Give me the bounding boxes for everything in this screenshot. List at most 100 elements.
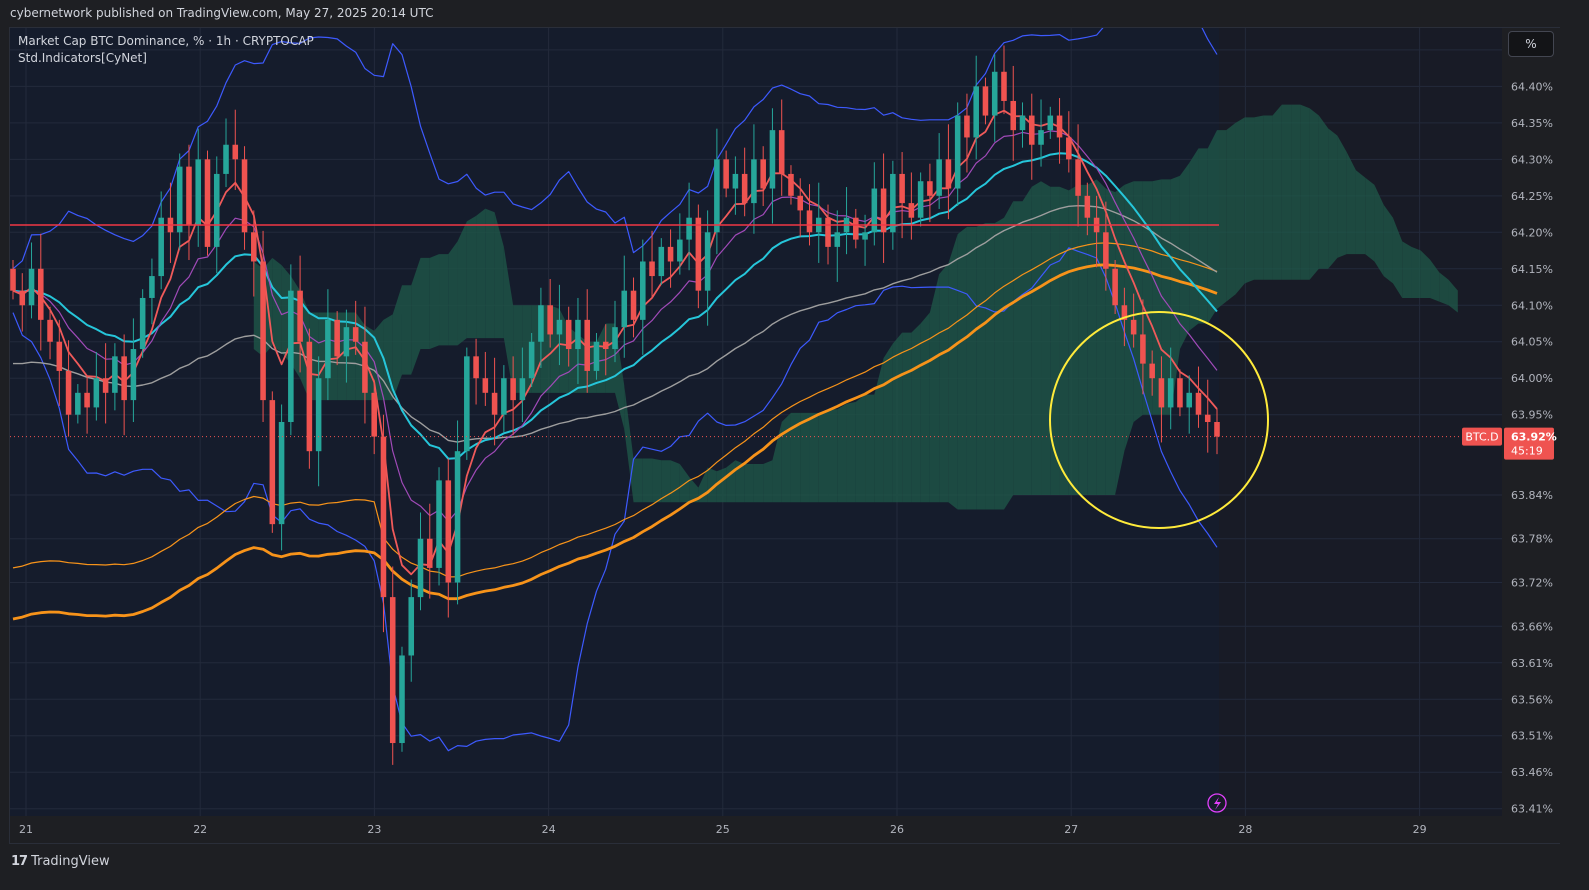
- price-tick-label: 64.10%: [1511, 299, 1553, 312]
- time-tick-label: 22: [193, 823, 207, 836]
- candle-body: [732, 173, 739, 189]
- price-tick-label: 64.35%: [1511, 117, 1553, 130]
- candle-body: [565, 319, 572, 350]
- candle-body: [538, 305, 544, 342]
- candle-body: [1186, 392, 1192, 408]
- cloud-segment: [1003, 201, 1014, 510]
- cloud-segment: [1217, 130, 1227, 309]
- candle-body: [704, 232, 711, 291]
- time-tick-label: 21: [19, 823, 33, 836]
- candle-body: [1177, 378, 1183, 408]
- price-tick-label: 63.46%: [1511, 766, 1553, 779]
- candle-body: [602, 341, 609, 350]
- tradingview-logo[interactable]: 17 TradingView: [11, 852, 110, 870]
- cloud-segment: [966, 226, 977, 510]
- cloud-segment: [781, 412, 791, 503]
- price-tick-label: 63.61%: [1511, 657, 1553, 670]
- cloud-segment: [642, 458, 653, 503]
- cloud-segment: [883, 343, 893, 503]
- cloud-segment: [939, 263, 949, 503]
- candle-body: [991, 71, 998, 116]
- cloud-segment: [448, 241, 458, 346]
- cloud-segment: [1244, 117, 1255, 284]
- candle-body: [593, 341, 600, 371]
- time-tick-label: 26: [890, 823, 904, 836]
- cloud-segment: [1272, 104, 1282, 280]
- candle-body: [528, 341, 535, 379]
- cloud-segment: [1355, 170, 1366, 255]
- candle-body: [417, 538, 424, 598]
- candle-body: [399, 655, 405, 744]
- cloud-segment: [994, 217, 1004, 510]
- cloud-segment: [1189, 148, 1199, 331]
- indicator-line[interactable]: Std.Indicators[CyNet]: [18, 50, 314, 67]
- cloud-segment: [1142, 181, 1153, 415]
- candle-body: [176, 166, 183, 233]
- time-axis-bg: [10, 816, 1502, 843]
- cloud-segment: [670, 460, 680, 503]
- price-tick-label: 63.66%: [1511, 620, 1553, 633]
- candle-body: [241, 159, 248, 233]
- candle-body: [260, 261, 266, 401]
- cloud-segment: [744, 463, 754, 503]
- cloud-segment: [652, 458, 662, 503]
- candle-body: [195, 159, 202, 225]
- cloud-segment: [1235, 117, 1245, 295]
- price-tick-label: 63.41%: [1511, 803, 1553, 816]
- candle-body: [251, 232, 257, 262]
- brand-name: TradingView: [31, 853, 110, 869]
- candle-body: [1140, 334, 1146, 364]
- time-tick-label: 29: [1413, 823, 1427, 836]
- candle-body: [797, 195, 804, 211]
- candle-body: [927, 181, 933, 196]
- price-tick-label: 64.15%: [1511, 263, 1553, 276]
- candle-body: [38, 268, 44, 320]
- candle-body: [1001, 71, 1007, 101]
- candle-body: [204, 159, 211, 247]
- percent-scale-button[interactable]: %: [1508, 31, 1554, 57]
- candle-body: [426, 538, 433, 568]
- price-tick-label: 63.56%: [1511, 693, 1553, 706]
- time-tick-label: 23: [367, 823, 381, 836]
- candle-body: [695, 217, 702, 291]
- candle-body: [389, 597, 396, 744]
- price-chart[interactable]: 64.45%64.40%64.35%64.30%64.25%64.20%64.1…: [0, 0, 1589, 890]
- cloud-segment: [466, 215, 477, 339]
- cloud-segment: [1318, 115, 1329, 269]
- candle-body: [112, 356, 118, 393]
- cloud-segment: [1179, 162, 1190, 350]
- candle-body: [501, 378, 507, 415]
- cloud-segment: [1300, 104, 1310, 280]
- candle-body: [973, 86, 979, 138]
- candle-body: [288, 290, 294, 422]
- candle-body: [964, 115, 970, 138]
- price-tick-label: 64.30%: [1511, 153, 1553, 166]
- candle-body: [297, 290, 303, 342]
- candle-body: [1149, 363, 1155, 379]
- candle-body: [315, 378, 322, 452]
- candle-body: [121, 356, 127, 401]
- ticker-tag-text: BTC.D: [1465, 431, 1498, 444]
- candle-body: [519, 378, 526, 401]
- candle-body: [10, 268, 16, 291]
- cloud-segment: [929, 274, 940, 503]
- cloud-segment: [763, 460, 773, 503]
- cloud-segment: [911, 323, 921, 503]
- cloud-segment: [1041, 181, 1051, 495]
- candle-body: [890, 173, 896, 233]
- candle-body: [445, 480, 452, 583]
- candle-body: [278, 422, 285, 525]
- candle-body: [899, 173, 905, 204]
- candle-body: [788, 173, 794, 196]
- candle-body: [1214, 422, 1220, 437]
- candle-body: [862, 232, 868, 240]
- price-tick-label: 64.00%: [1511, 372, 1553, 385]
- cloud-segment: [1059, 186, 1069, 495]
- candle-body: [575, 319, 581, 350]
- cloud-segment: [476, 208, 486, 339]
- cloud-segment: [1383, 204, 1393, 284]
- cloud-segment: [1207, 130, 1217, 324]
- cloud-segment: [1254, 115, 1264, 280]
- candle-body: [269, 400, 276, 525]
- candle-body: [1047, 115, 1054, 131]
